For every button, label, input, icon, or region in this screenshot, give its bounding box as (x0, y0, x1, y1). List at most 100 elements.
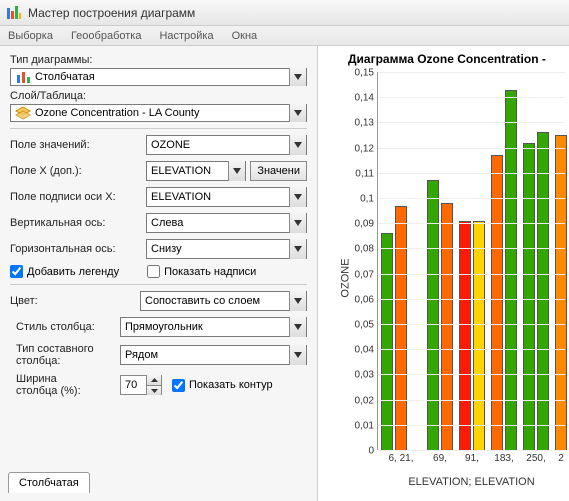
vertical-axis-label: Вертикальная ось: (10, 217, 146, 229)
bar-style-value: Прямоугольник (125, 321, 203, 333)
menu-item[interactable]: Окна (232, 30, 258, 42)
x-tick-label: 6, 21, (388, 450, 413, 464)
bar-style-label: Стиль столбца: (10, 321, 120, 333)
multi-bar-value: Рядом (125, 349, 158, 361)
gridline: 0,02 (378, 400, 565, 401)
outline-checkbox[interactable] (172, 379, 185, 392)
chevron-down-icon (289, 104, 306, 122)
vertical-axis-value: Слева (151, 217, 183, 229)
y-tick-label: 0 (344, 446, 374, 457)
gridline: 0,1 (378, 198, 565, 199)
horizontal-axis-label: Горизонтальная ось: (10, 243, 146, 255)
gridline: 0,13 (378, 122, 565, 123)
y-tick-label: 0,02 (344, 395, 374, 406)
menu-item[interactable]: Настройка (159, 30, 213, 42)
color-value: Сопоставить со слоем (145, 295, 260, 307)
separator (10, 284, 307, 285)
bar[interactable] (505, 90, 517, 450)
color-combo[interactable]: Сопоставить со слоем (140, 291, 307, 311)
chevron-down-icon (289, 291, 306, 311)
tab-bar-series[interactable]: Столбчатая (8, 472, 90, 493)
x-tick-label: 2 (558, 450, 564, 464)
x-axis-label-value: ELEVATION (151, 191, 211, 203)
graph-wizard-window: Мастер построения диаграмм Выборка Геооб… (0, 0, 569, 501)
x-sort-button[interactable]: Значени (250, 161, 307, 181)
x-axis-label-combo[interactable]: ELEVATION (146, 187, 307, 207)
legend-checkbox[interactable] (10, 265, 23, 278)
app-icon (6, 5, 22, 21)
bar-chart-icon (15, 69, 31, 85)
gridline: 0,06 (378, 299, 565, 300)
bar[interactable] (441, 203, 453, 450)
multi-bar-label: Тип составногостолбца: (10, 343, 120, 367)
gridline: 0,04 (378, 349, 565, 350)
y-tick-label: 0,13 (344, 118, 374, 129)
bar-group: 2 (555, 72, 567, 450)
bar-group: 91, (459, 72, 485, 450)
x-field-combo[interactable]: ELEVATION (146, 161, 246, 181)
chart-type-value: Столбчатая (35, 71, 95, 83)
legend-label: Добавить легенду (27, 266, 119, 278)
chevron-down-icon (289, 68, 306, 86)
bar[interactable] (427, 180, 439, 450)
layer-icon (15, 105, 31, 121)
bar[interactable] (555, 135, 567, 450)
bars-container: 6, 21,69,91,183,250,2 (378, 72, 565, 450)
x-tick-label: 69, (433, 450, 447, 464)
x-field-value: ELEVATION (151, 165, 211, 177)
gridline: 0,08 (378, 248, 565, 249)
bar[interactable] (523, 143, 535, 450)
bar-style-combo[interactable]: Прямоугольник (120, 317, 307, 337)
y-tick-label: 0,11 (344, 168, 374, 179)
horizontal-axis-combo[interactable]: Снизу (146, 239, 307, 259)
titlebar: Мастер построения диаграмм (0, 0, 569, 26)
bar[interactable] (459, 221, 471, 450)
gridline: 0,15 (378, 72, 565, 73)
gridline: 0 (378, 450, 565, 451)
bar[interactable] (537, 132, 549, 450)
y-tick-label: 0,07 (344, 269, 374, 280)
color-label: Цвет: (10, 295, 140, 307)
spin-up-icon[interactable] (147, 375, 161, 385)
layer-value: Ozone Concentration - LA County (35, 107, 199, 119)
y-tick-label: 0,08 (344, 244, 374, 255)
gridline: 0,14 (378, 97, 565, 98)
bar[interactable] (473, 221, 485, 450)
value-field-combo[interactable]: OZONE (146, 135, 307, 155)
x-tick-label: 250, (526, 450, 545, 464)
outline-label: Показать контур (189, 379, 273, 391)
labels-checkbox[interactable] (147, 265, 160, 278)
gridline: 0,09 (378, 223, 565, 224)
layer-label: Слой/Таблица: (10, 90, 307, 102)
y-tick-label: 0,14 (344, 93, 374, 104)
vertical-axis-combo[interactable]: Слева (146, 213, 307, 233)
chart-type-label: Тип диаграммы: (10, 54, 307, 66)
menu-item[interactable]: Выборка (8, 30, 53, 42)
bar-width-label: Ширинастолбца (%): (10, 373, 120, 397)
chevron-down-icon (289, 187, 306, 207)
spin-down-icon[interactable] (147, 385, 161, 396)
bar[interactable] (395, 206, 407, 450)
layer-combo[interactable]: Ozone Concentration - LA County (10, 104, 307, 122)
labels-label: Показать надписи (164, 266, 256, 278)
bar[interactable] (491, 155, 503, 450)
chart-title: Диаграмма Ozone Concentration - (324, 52, 565, 66)
menu-item[interactable]: Геообработка (71, 30, 142, 42)
x-axis-label: ELEVATION; ELEVATION (378, 476, 565, 488)
bar-group: 183, (491, 72, 517, 450)
bar[interactable] (381, 233, 393, 450)
value-field-label: Поле значений: (10, 139, 146, 151)
horizontal-axis-value: Снизу (151, 243, 182, 255)
chart-preview: Диаграмма Ozone Concentration - OZONE 6,… (318, 46, 569, 501)
bar-group: 250, (523, 72, 549, 450)
bar-width-spinner[interactable]: 70 (120, 375, 162, 395)
series-tabs: Столбчатая (8, 472, 90, 493)
multi-bar-combo[interactable]: Рядом (120, 345, 307, 365)
y-tick-label: 0,04 (344, 345, 374, 356)
y-tick-label: 0,01 (344, 420, 374, 431)
chevron-down-icon (228, 161, 245, 181)
separator (10, 128, 307, 129)
x-field-label: Поле X (доп.): (10, 165, 146, 177)
chart-type-combo[interactable]: Столбчатая (10, 68, 307, 86)
bar-group: 6, 21, (381, 72, 421, 450)
